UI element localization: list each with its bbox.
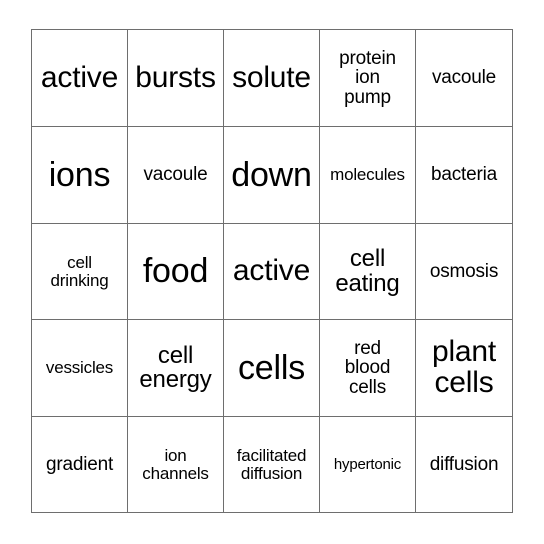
bingo-cell-label: molecules (330, 165, 405, 185)
bingo-cell-r3c4[interactable]: cell eating (320, 224, 416, 320)
bingo-cell-r4c4[interactable]: red blood cells (320, 320, 416, 417)
bingo-cell-label: down (231, 155, 312, 194)
bingo-cell-r3c5[interactable]: osmosis (416, 224, 513, 320)
bingo-cell-label: active (232, 254, 311, 288)
bingo-cell-label: diffusion (429, 453, 499, 475)
bingo-cell-label: hypertonic (333, 455, 402, 473)
bingo-cell-label: bacteria (431, 164, 497, 186)
bingo-cell-r1c5[interactable]: vacoule (416, 30, 513, 127)
bingo-cell-r2c4[interactable]: molecules (320, 127, 416, 224)
bingo-cell-label: ion channels (142, 446, 209, 483)
bingo-cell-r1c4[interactable]: protein ion pump (320, 30, 416, 127)
bingo-cell-r3c2[interactable]: food (128, 224, 224, 320)
bingo-cell-r1c3[interactable]: solute (224, 30, 320, 127)
bingo-cell-r5c3[interactable]: facilitated diffusion (224, 417, 320, 513)
bingo-cell-r2c2[interactable]: vacoule (128, 127, 224, 224)
bingo-cell-r4c2[interactable]: cell energy (128, 320, 224, 417)
bingo-cell-r2c1[interactable]: ions (32, 127, 128, 224)
bingo-cell-r2c5[interactable]: bacteria (416, 127, 513, 224)
bingo-cell-label: cell drinking (50, 253, 109, 290)
bingo-cell-label: osmosis (429, 260, 499, 282)
bingo-cell-label: protein ion pump (339, 47, 396, 108)
bingo-cell-r2c3[interactable]: down (224, 127, 320, 224)
bingo-card-grid: active bursts solute protein ion pump va… (31, 29, 513, 513)
bingo-cell-label: ions (48, 155, 111, 194)
bingo-cell-label: plant cells (431, 335, 497, 399)
bingo-cell-r5c1[interactable]: gradient (32, 417, 128, 513)
bingo-cell-label: vacoule (143, 164, 208, 186)
bingo-cell-label: cell eating (335, 245, 400, 297)
bingo-cell-r1c1[interactable]: active (32, 30, 128, 127)
bingo-cell-r1c2[interactable]: bursts (128, 30, 224, 127)
bingo-cell-r5c2[interactable]: ion channels (128, 417, 224, 513)
bingo-cell-r3c1[interactable]: cell drinking (32, 224, 128, 320)
bingo-cell-r5c5[interactable]: diffusion (416, 417, 513, 513)
bingo-cell-r4c5[interactable]: plant cells (416, 320, 513, 417)
bingo-cell-r4c3[interactable]: cells (224, 320, 320, 417)
bingo-cell-label: solute (232, 60, 311, 94)
bingo-cell-label: gradient (45, 453, 114, 475)
bingo-cell-label: active (40, 60, 119, 94)
bingo-cell-r3c3[interactable]: active (224, 224, 320, 320)
bingo-cell-label: bursts (135, 60, 216, 94)
bingo-cell-label: food (142, 252, 209, 291)
bingo-cell-label: red blood cells (344, 337, 391, 398)
bingo-cell-r4c1[interactable]: vessicles (32, 320, 128, 417)
bingo-cell-label: cells (237, 348, 306, 387)
bingo-cell-r5c4[interactable]: hypertonic (320, 417, 416, 513)
bingo-cell-label: cell energy (139, 341, 212, 393)
bingo-cell-label: facilitated diffusion (236, 446, 307, 483)
bingo-cell-label: vacoule (431, 67, 497, 89)
bingo-cell-label: vessicles (45, 358, 114, 378)
